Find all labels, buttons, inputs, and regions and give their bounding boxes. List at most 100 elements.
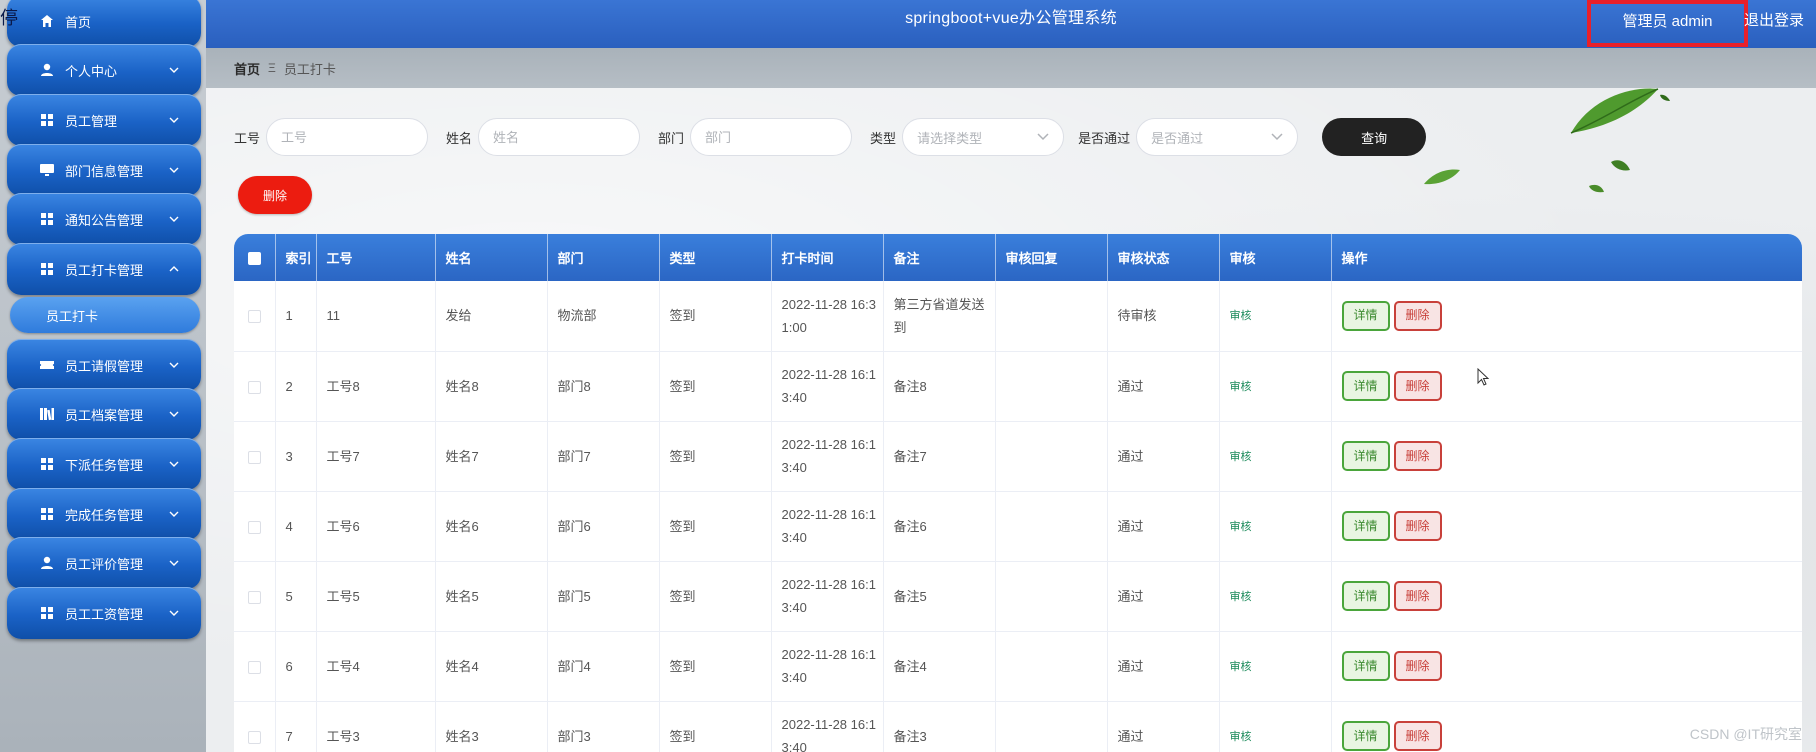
row-select-cell [234, 421, 276, 492]
sidebar-item[interactable]: 员工打卡管理 [7, 243, 201, 295]
chevron-down-icon [167, 558, 181, 568]
name-input[interactable] [478, 118, 641, 156]
chevron-up-icon [167, 264, 181, 274]
cell-type: 签到 [659, 631, 772, 702]
cell-employee-no: 工号8 [316, 351, 436, 422]
query-button[interactable]: 查询 [1322, 118, 1427, 156]
sidebar-item[interactable]: 员工档案管理 [7, 388, 201, 440]
column-header: 工号 [316, 234, 436, 281]
detail-button[interactable]: 详情 [1341, 300, 1390, 331]
sidebar-item-label: 员工打卡管理 [65, 262, 144, 278]
chevron-down-icon [167, 608, 181, 618]
cell-type: 签到 [659, 281, 772, 352]
cell-type: 签到 [659, 491, 772, 562]
sidebar-item[interactable]: 首页 [7, 0, 201, 47]
employee-no-input[interactable] [266, 118, 429, 156]
table-row[interactable]: 3 工号7 姓名7 部门7 签到 2022-11-28 16:1 3:40 备注7 通过 审核 详情… [234, 421, 1802, 492]
detail-button[interactable]: 详情 [1341, 651, 1390, 681]
cell-reply [995, 351, 1108, 422]
monitor-icon [39, 162, 55, 178]
sidebar-item[interactable]: 员工管理 [7, 94, 201, 146]
cell-type: 签到 [659, 701, 772, 752]
row-delete-button[interactable]: 删除 [1393, 300, 1442, 331]
row-checkbox[interactable] [247, 310, 261, 324]
select-all-checkbox[interactable] [247, 252, 261, 266]
row-delete-button[interactable]: 删除 [1393, 441, 1442, 471]
row-checkbox[interactable] [247, 450, 261, 464]
table-row[interactable]: 5 工号5 姓名5 部门5 签到 2022-11-28 16:1 3:40 备注5 通过 审核 详情… [234, 561, 1802, 632]
row-checkbox[interactable] [247, 380, 261, 394]
row-delete-button[interactable]: 删除 [1393, 651, 1442, 681]
cell-time: 2022-11-28 16:3 1:00 [771, 281, 884, 352]
sidebar-item[interactable]: 下派任务管理 [7, 438, 201, 490]
sidebar-item[interactable]: 部门信息管理 [7, 144, 201, 196]
type-select[interactable]: 请选择类型 [902, 118, 1065, 156]
column-header: 审核状态 [1107, 234, 1220, 281]
cell-audit: 审核 [1219, 421, 1332, 492]
table-row[interactable]: 1 11 发给 物流部 签到 2022-11-28 16:3 1:00 第三方省道发送到 待审核… [234, 281, 1802, 352]
chevron-down-icon [167, 214, 181, 224]
audit-link[interactable]: 审核 [1230, 451, 1252, 463]
row-checkbox[interactable] [247, 730, 261, 744]
table-row[interactable]: 2 工号8 姓名8 部门8 签到 2022-11-28 16:1 3:40 备注8 通过 审核 详情… [234, 351, 1802, 422]
table-row[interactable]: 7 工号3 姓名3 部门3 签到 2022-11-28 16:1 3:40 备注3 通过 审核 详情… [234, 701, 1802, 752]
sidebar-subitem-attendance[interactable]: 员工打卡 [10, 297, 200, 333]
column-header: 姓名 [435, 234, 548, 281]
breadcrumb-home[interactable]: 首页 [234, 59, 260, 78]
sidebar-item[interactable]: 员工评价管理 [7, 537, 201, 589]
table-row[interactable]: 4 工号6 姓名6 部门6 签到 2022-11-28 16:1 3:40 备注6 通过 审核 详情… [234, 491, 1802, 562]
cell-dept: 物流部 [547, 281, 660, 352]
dept-label: 部门 [658, 130, 685, 146]
cell-dept: 部门7 [547, 421, 660, 492]
cell-time-line1: 2022-11-28 16:1 [781, 717, 876, 732]
sidebar-item-label: 员工档案管理 [65, 407, 144, 423]
sidebar-item[interactable]: 完成任务管理 [7, 488, 201, 540]
cell-index: 5 [275, 561, 317, 632]
sidebar-item-label: 员工管理 [65, 113, 118, 129]
detail-button[interactable]: 详情 [1341, 371, 1390, 401]
table-row[interactable]: 6 工号4 姓名4 部门4 签到 2022-11-28 16:1 3:40 备注4 通过 审核 详情… [234, 631, 1802, 702]
dept-input[interactable] [690, 118, 853, 156]
detail-button[interactable]: 详情 [1341, 441, 1390, 471]
batch-delete-button[interactable]: 删除 [238, 176, 312, 214]
cell-dept: 部门6 [547, 491, 660, 562]
cell-index: 4 [275, 491, 317, 562]
chevron-down-icon [167, 459, 181, 469]
grid-icon [39, 605, 55, 621]
attendance-table: 索引 工号 姓名 部门 类型 打卡时间 备注 审核回复 审核状态 审核 操作 1… [234, 234, 1802, 752]
logout-button[interactable]: 退出登录 [1744, 9, 1804, 30]
sidebar-item-label: 下派任务管理 [65, 457, 144, 473]
sidebar-item[interactable]: 员工请假管理 [7, 339, 201, 391]
cell-status: 通过 [1107, 351, 1220, 422]
cell-actions: 详情 删除 [1331, 631, 1802, 702]
cell-status: 通过 [1107, 701, 1220, 752]
row-delete-button[interactable]: 删除 [1393, 371, 1442, 401]
cell-audit: 审核 [1219, 491, 1332, 562]
audit-link[interactable]: 审核 [1230, 521, 1252, 533]
row-checkbox[interactable] [247, 590, 261, 604]
detail-button[interactable]: 详情 [1341, 511, 1390, 541]
row-checkbox[interactable] [247, 660, 261, 674]
row-delete-button[interactable]: 删除 [1393, 511, 1442, 541]
row-delete-button[interactable]: 删除 [1393, 581, 1442, 611]
audit-link[interactable]: 审核 [1230, 591, 1252, 603]
passed-select[interactable]: 是否通过 [1136, 118, 1299, 156]
grid-icon [39, 112, 55, 128]
row-delete-button[interactable]: 删除 [1393, 721, 1442, 751]
cell-time-line1: 2022-11-28 16:1 [781, 367, 876, 382]
cell-time-line1: 2022-11-28 16:3 [781, 296, 876, 312]
row-checkbox[interactable] [247, 520, 261, 534]
audit-link[interactable]: 审核 [1230, 661, 1252, 673]
cell-time-line1: 2022-11-28 16:1 [781, 647, 876, 662]
audit-link[interactable]: 审核 [1230, 731, 1252, 743]
audit-link[interactable]: 审核 [1230, 310, 1252, 322]
sidebar-item[interactable]: 个人中心 [7, 44, 201, 96]
sidebar-item[interactable]: 员工工资管理 [7, 587, 201, 639]
cell-time-line2: 3:40 [781, 460, 807, 475]
detail-button[interactable]: 详情 [1341, 581, 1390, 611]
audit-link[interactable]: 审核 [1230, 381, 1252, 393]
user-icon [39, 555, 55, 571]
detail-button[interactable]: 详情 [1341, 721, 1390, 751]
sidebar-item[interactable]: 通知公告管理 [7, 193, 201, 245]
watermark: CSDN @IT研究室 [1689, 726, 1802, 742]
